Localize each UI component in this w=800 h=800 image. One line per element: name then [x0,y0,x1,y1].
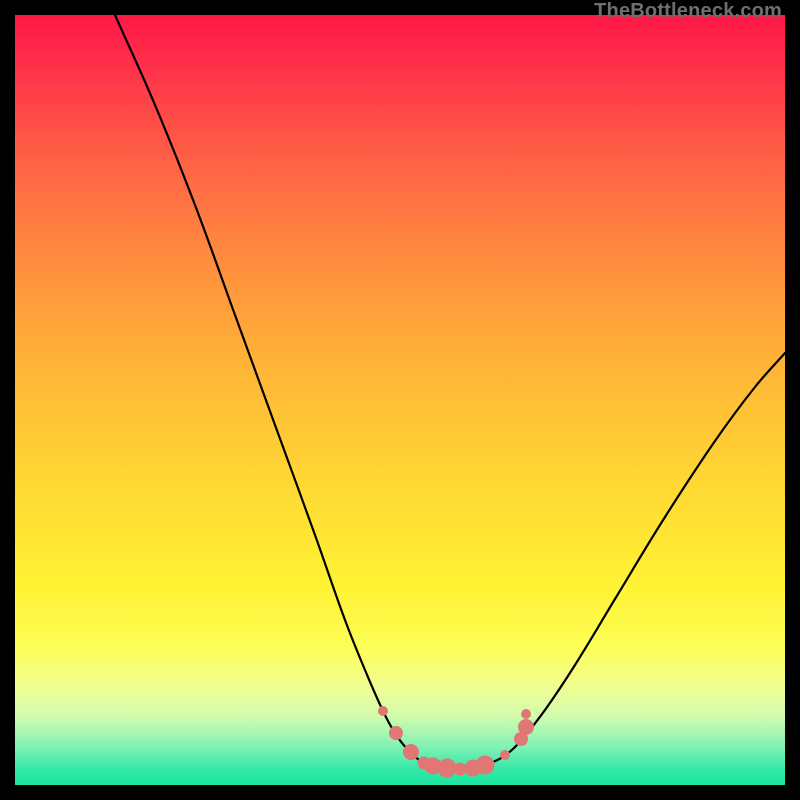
curve-marker [476,756,495,775]
curve-marker [500,750,510,760]
curve-marker [518,719,534,735]
curve-marker [521,709,531,719]
curve-marker [378,706,388,716]
bottleneck-curve-line [115,15,785,769]
curve-marker [403,744,419,760]
curve-marker [389,726,403,740]
bottleneck-chart [15,15,785,785]
curve-marker [454,763,467,776]
